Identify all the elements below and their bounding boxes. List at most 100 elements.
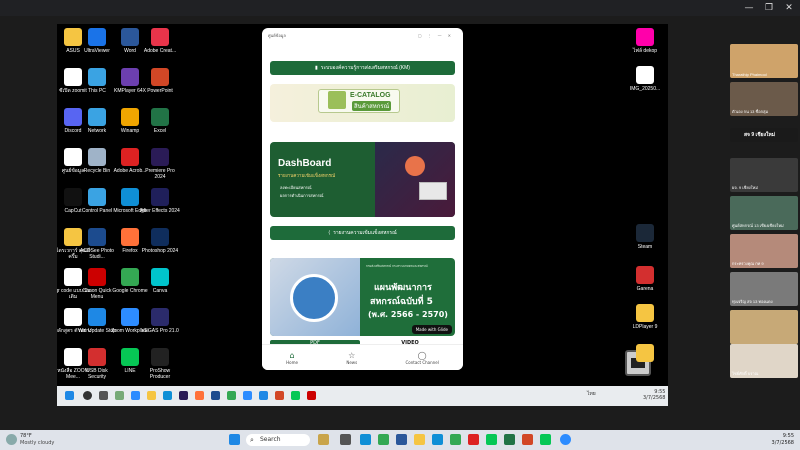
remote-clock[interactable]: 9:55 3/7/2568 <box>643 389 665 401</box>
word-icon[interactable] <box>396 434 407 445</box>
desktop-icon[interactable]: Adobe Creat... <box>140 28 180 54</box>
participant-tile[interactable]: Tharathip Phaimool <box>730 44 798 78</box>
app-icon <box>121 308 139 326</box>
line-icon[interactable] <box>540 434 551 445</box>
line-icon[interactable] <box>291 391 300 400</box>
windows-start-icon[interactable] <box>229 434 240 445</box>
participant-name: ไชย์ศักดิ์ บราณ <box>732 371 759 376</box>
weather-text[interactable]: Mostly cloudy <box>20 440 54 446</box>
desktop-icon[interactable]: Garena <box>625 266 665 292</box>
weather-temp[interactable]: 78°F <box>20 433 32 439</box>
plan-title-2: สหกรณ์ฉบับที่ 5 <box>370 297 433 307</box>
participant-tile[interactable]: ทุ่งเจริญ สจ 13 ทองแดง <box>730 272 798 306</box>
line-icon[interactable] <box>486 434 497 445</box>
weather-icon[interactable] <box>6 434 17 445</box>
plan-title-3: (พ.ศ. 2566 - 2570) <box>368 310 448 319</box>
share-icon: ⟨ <box>328 230 331 236</box>
app-icon[interactable] <box>468 434 479 445</box>
dashboard-title: DashBoard <box>278 158 332 169</box>
app-icon <box>88 108 106 126</box>
desktop-icon[interactable]: ไฟล์ dekop <box>625 28 665 54</box>
chrome-icon[interactable] <box>378 434 389 445</box>
participant-tile[interactable]: ศูนย์สหกรณ์ 13 เชียงเชียงใหม่ <box>730 196 798 230</box>
task-view-icon[interactable] <box>99 391 108 400</box>
folder-icon[interactable] <box>147 391 156 400</box>
desktop-icon[interactable]: ProShow Producer <box>140 348 180 380</box>
language-indicator[interactable]: ไทย <box>587 390 596 398</box>
desktop-icon[interactable]: IMG_20250... <box>625 66 665 92</box>
desktop-icon[interactable] <box>625 344 665 364</box>
app-icon[interactable] <box>211 391 220 400</box>
host-clock[interactable]: 9:55 3/7/2568 <box>772 433 794 447</box>
chrome-icon[interactable] <box>450 434 461 445</box>
zoom-icon[interactable] <box>560 434 571 445</box>
nav-news[interactable]: ☆ News <box>346 351 357 365</box>
participant-tile[interactable]: ผจ. 9 เชียงใหม่ <box>730 158 798 192</box>
chart-icon: ▮ <box>315 65 318 71</box>
app-icon <box>121 228 139 246</box>
desktop-icon[interactable]: Photoshop 2024 <box>140 228 180 254</box>
km-button[interactable]: ▮ ระบบองค์ความรู้การส่งเสริมสหกรณ์ (KM) <box>270 61 455 75</box>
desktop-icon[interactable]: Premiere Pro 2024 <box>140 148 180 180</box>
excel-icon[interactable] <box>504 434 515 445</box>
desktop-icon-label: Canva <box>152 288 168 294</box>
zoom-icon[interactable] <box>243 391 252 400</box>
taskbar-app-icon[interactable] <box>318 434 329 445</box>
app-icon <box>121 28 139 46</box>
participants-panel: Tharathip Phaimool ตัวเอง กน 13 ชื่อกลุ่ม… <box>730 44 798 384</box>
acrobat-icon[interactable] <box>307 391 316 400</box>
search-input[interactable]: ⌕ Search <box>246 434 310 446</box>
nav-contact[interactable]: ◯ Contact Channel <box>406 351 439 365</box>
app-icon <box>88 308 106 326</box>
app-window-controls-icon[interactable]: ▢⋮—✕ <box>418 33 457 38</box>
powerpoint-icon[interactable] <box>275 391 284 400</box>
remote-date: 3/7/2568 <box>643 395 666 401</box>
desktop-icon[interactable]: PowerPoint <box>140 68 180 94</box>
desktop-icon[interactable]: VEGAS Pro 21.0 <box>140 308 180 334</box>
close-icon[interactable]: ✕ <box>782 2 796 14</box>
dashboard-banner[interactable]: DashBoard รายงานความเข้มแข็งสหกรณ์ ลงทะเ… <box>270 142 455 217</box>
participant-tile[interactable]: สจ 9 เชียงใหม่ <box>730 128 798 142</box>
participant-tile[interactable]: กระทรวงคุณ กท 9 <box>730 234 798 268</box>
desktop-icon[interactable]: Excel <box>140 108 180 134</box>
laptop-icon <box>419 182 447 200</box>
nav-home[interactable]: ⌂ Home <box>286 351 298 365</box>
zoom-icon[interactable] <box>131 391 140 400</box>
participant-tile[interactable]: ไชย์ศักดิ์ บราณ <box>730 344 798 378</box>
coop-plan-banner[interactable]: กรมส่งเสริมสหกรณ์ กระทรวงเกษตรและสหกรณ์ … <box>270 258 455 336</box>
desktop-icon[interactable]: After Effects 2024 <box>140 188 180 214</box>
search-icon[interactable] <box>83 391 92 400</box>
firefox-icon[interactable] <box>195 391 204 400</box>
desktop-icon[interactable]: LDPlayer 9 <box>625 304 665 330</box>
shared-screen: ศูนย์ข้อมูล ▢⋮—✕ ▮ ระบบองค์ความรู้การส่ง… <box>57 24 668 406</box>
minimize-icon[interactable]: — <box>742 2 756 14</box>
premiere-icon[interactable] <box>179 391 188 400</box>
ecatalog-subtitle: สินค้าสหกรณ์ <box>352 101 392 111</box>
edge-icon[interactable] <box>432 434 443 445</box>
folder-icon[interactable] <box>414 434 425 445</box>
glide-badge[interactable]: Made with Glide <box>411 325 452 334</box>
edge-icon[interactable] <box>163 391 172 400</box>
app-icon <box>636 304 654 322</box>
taskbar-app-icon[interactable] <box>115 391 124 400</box>
task-view-icon[interactable] <box>340 434 351 445</box>
participant-name: Tharathip Phaimool <box>732 72 767 77</box>
glide-app-window[interactable]: ศูนย์ข้อมูล ▢⋮—✕ ▮ ระบบองค์ความรู้การส่ง… <box>262 28 463 370</box>
participant-name: กระทรวงคุณ กท 9 <box>732 261 764 266</box>
ecatalog-banner[interactable]: E-CATALOG สินค้าสหกรณ์ <box>270 84 455 122</box>
maximize-icon[interactable]: ❐ <box>762 2 776 14</box>
desktop-icon[interactable]: Canva <box>140 268 180 294</box>
app-icon <box>151 28 169 46</box>
participant-name: ผจ. 9 เชียงใหม่ <box>732 185 758 190</box>
participant-tile[interactable] <box>730 310 798 344</box>
participant-tile[interactable]: ตัวเอง กน 13 ชื่อกลุ่ม <box>730 82 798 116</box>
strength-report-button[interactable]: ⟨ รายงานความเข้มแข็งสหกรณ์ <box>270 226 455 240</box>
edge-icon[interactable] <box>360 434 371 445</box>
powerpoint-icon[interactable] <box>522 434 533 445</box>
app-icon[interactable] <box>259 391 268 400</box>
windows-start-icon[interactable] <box>65 391 74 400</box>
desktop-icon-label: Photoshop 2024 <box>141 248 179 254</box>
remote-window: — ❐ ✕ ศูนย์ข้อมูล ▢⋮—✕ ▮ ระบบองค์ความรู้… <box>0 0 800 430</box>
chrome-icon[interactable] <box>227 391 236 400</box>
desktop-icon[interactable]: Steam <box>625 224 665 250</box>
